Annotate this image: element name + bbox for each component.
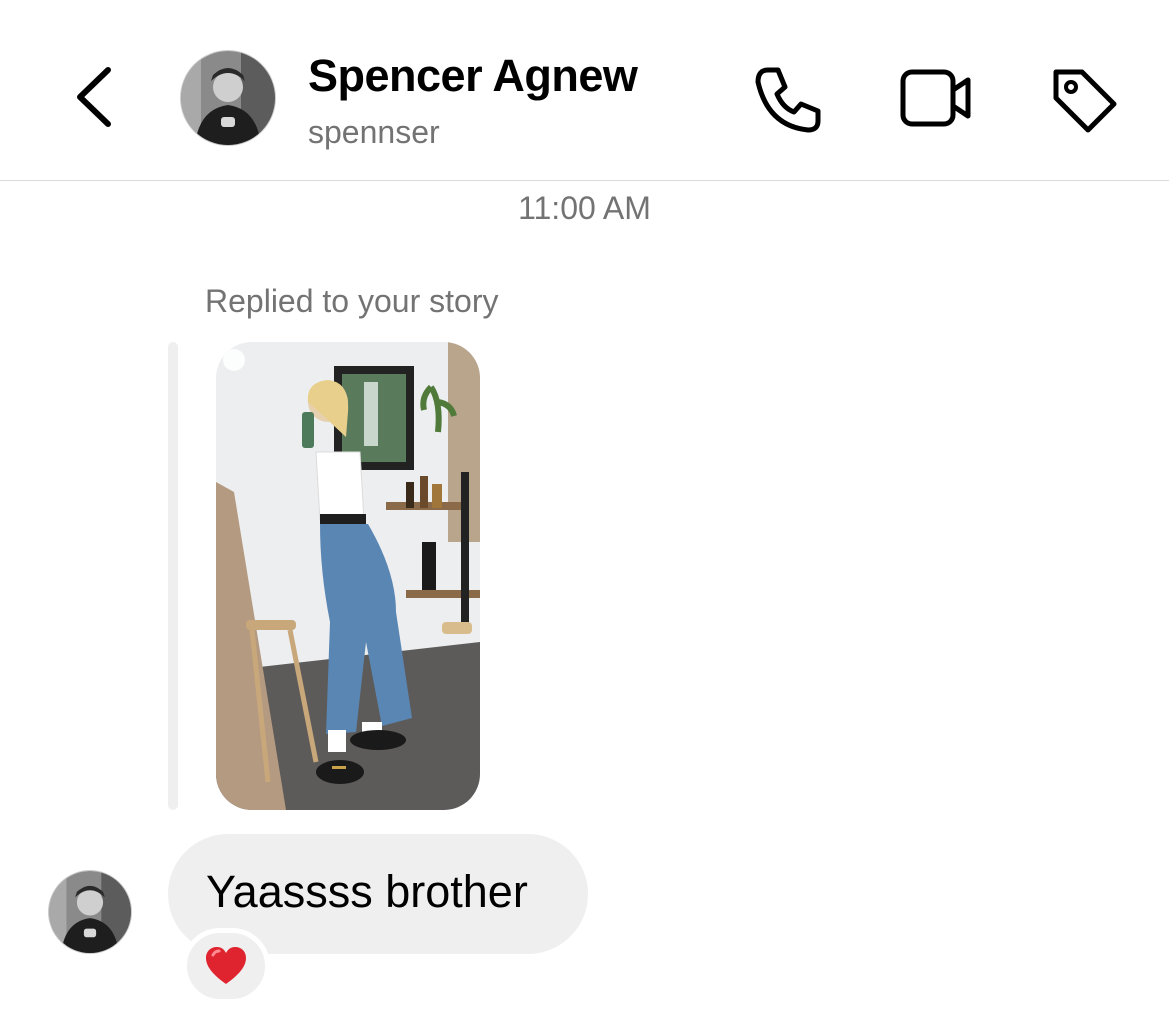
reply-quote-bar xyxy=(168,342,178,810)
message-timestamp: 11:00 AM xyxy=(518,190,651,226)
tag-icon xyxy=(1053,69,1117,133)
message-reaction[interactable] xyxy=(182,928,270,1004)
story-thumbnail[interactable] xyxy=(216,342,480,810)
chat-header: Spencer Agnew spennser xyxy=(0,0,1169,181)
profile-photo xyxy=(181,51,275,145)
sender-avatar[interactable] xyxy=(48,870,132,954)
heart-icon xyxy=(206,947,246,984)
audio-call-button[interactable] xyxy=(748,60,828,140)
profile-photo xyxy=(49,871,131,953)
phone-icon xyxy=(755,67,821,133)
chevron-left-icon xyxy=(77,67,111,127)
video-camera-icon xyxy=(900,69,971,127)
video-call-button[interactable] xyxy=(896,60,976,140)
contact-avatar[interactable] xyxy=(180,50,276,146)
message-text: Yaassss brother xyxy=(206,866,528,917)
back-button[interactable] xyxy=(70,62,120,132)
story-photo xyxy=(216,342,480,810)
story-reply-label: Replied to your story xyxy=(205,283,499,319)
contact-name[interactable]: Spencer Agnew xyxy=(308,50,638,102)
tag-button[interactable] xyxy=(1044,60,1124,140)
contact-username[interactable]: spennser xyxy=(308,114,440,151)
